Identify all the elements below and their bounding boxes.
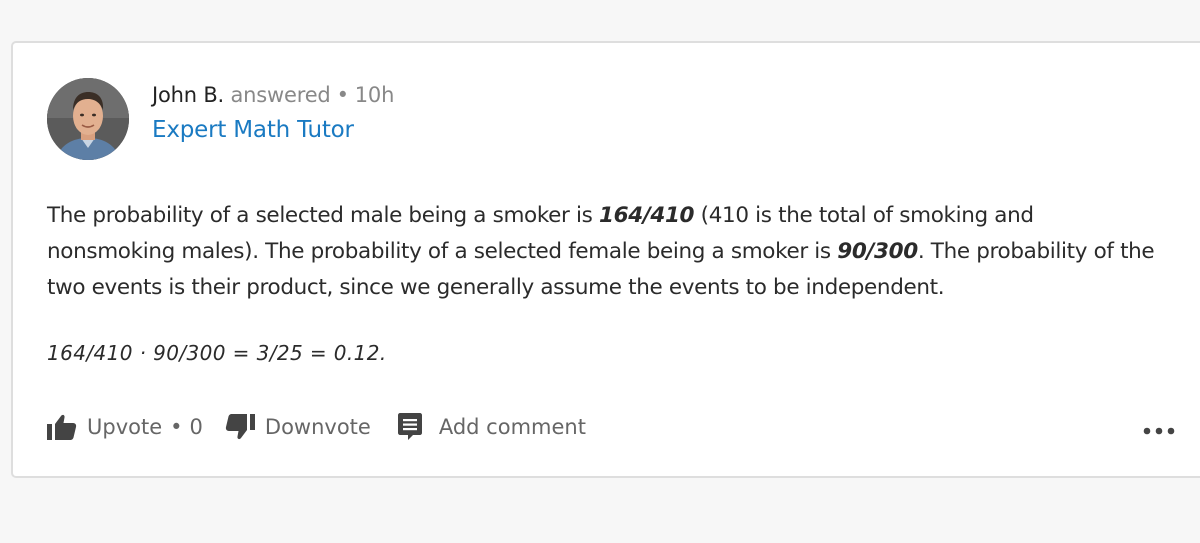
answer-text-part: The probability of a selected male being… xyxy=(47,203,599,228)
action-bar: Upvote • 0 Downvote Add comment xyxy=(47,407,586,447)
separator-dot: • xyxy=(170,415,183,439)
comment-icon xyxy=(397,413,423,441)
avatar[interactable] xyxy=(47,78,129,160)
answer-text: The probability of a selected male being… xyxy=(47,198,1157,306)
answer-time: 10h xyxy=(354,83,395,107)
thumbs-down-icon xyxy=(225,413,255,441)
upvote-count: 0 xyxy=(189,415,203,439)
upvote-button[interactable]: Upvote • 0 xyxy=(47,413,203,441)
author-name[interactable]: John B. xyxy=(152,83,224,107)
male-probability: 164/410 xyxy=(599,203,695,228)
author-line: John B. answered • 10h xyxy=(152,83,394,107)
upvote-label: Upvote xyxy=(87,415,163,439)
add-comment-button[interactable]: Add comment xyxy=(397,413,586,441)
answer-action: answered xyxy=(230,83,331,107)
female-probability: 90/300 xyxy=(837,239,918,264)
author-role[interactable]: Expert Math Tutor xyxy=(152,117,354,143)
answer-card: John B. answered • 10h Expert Math Tutor T… xyxy=(11,41,1200,478)
downvote-label: Downvote xyxy=(264,415,371,439)
downvote-button[interactable]: Downvote xyxy=(225,413,371,441)
answer-formula: 164/410 · 90/300 = 3/25 = 0.12. xyxy=(47,341,387,365)
add-comment-label: Add comment xyxy=(438,415,586,439)
more-options-icon[interactable] xyxy=(1143,421,1175,440)
thumbs-up-icon xyxy=(47,413,77,441)
separator-dot: • xyxy=(336,83,349,107)
